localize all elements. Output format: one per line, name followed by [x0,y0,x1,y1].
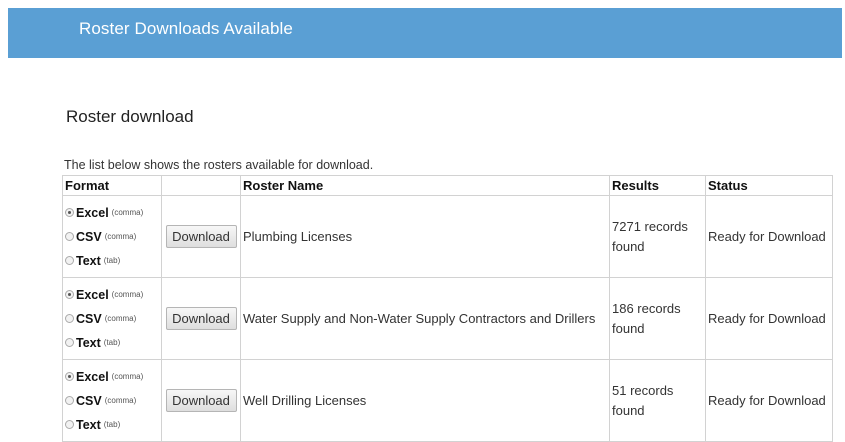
header-title: Roster Downloads Available [79,19,293,38]
format-option-separator: (tab) [103,256,121,265]
page-title: Roster download [66,107,194,126]
roster-name-cell: Well Drilling Licenses [240,359,610,442]
results-cell: 51 records found [609,359,706,442]
download-button[interactable]: Download [165,389,237,412]
page: Roster Downloads Available Roster downlo… [0,0,845,442]
status-cell: Ready for Download [705,195,833,278]
roster-table: Format Roster Name Results Status Excel(… [62,175,833,442]
format-option-label: CSV [76,311,102,326]
format-option-label: Text [76,253,101,268]
download-cell: Download [161,359,241,442]
format-option-separator: (tab) [103,420,121,429]
format-option-text[interactable]: Text (tab) [65,413,159,437]
format-radio-excel[interactable] [65,372,74,381]
column-header-results: Results [609,175,706,196]
format-option-label: CSV [76,393,102,408]
column-header-action [161,175,241,196]
table-row: Excel (comma) CSV (comma) Text (tab) Download W… [62,277,833,360]
roster-name-cell: Water Supply and Non-Water Supply Contra… [240,277,610,360]
format-cell: Excel (comma) CSV (comma) Text (tab) [62,277,162,360]
format-option-separator: (tab) [103,338,121,347]
format-option-text[interactable]: Text (tab) [65,331,159,355]
download-cell: Download [161,195,241,278]
format-option-separator: (comma) [111,208,144,217]
column-header-format: Format [62,175,162,196]
format-option-separator: (comma) [104,396,137,405]
format-option-label: CSV [76,229,102,244]
format-option-label: Excel [76,369,109,384]
format-option-excel[interactable]: Excel (comma) [65,283,159,307]
format-radio-text[interactable] [65,256,74,265]
intro-text: The list below shows the rosters availab… [64,158,374,172]
table-row: Excel (comma) CSV (comma) Text (tab) Download P… [62,195,833,278]
results-cell: 7271 records found [609,195,706,278]
format-radio-text[interactable] [65,338,74,347]
format-option-label: Excel [76,205,109,220]
format-radio-csv[interactable] [65,232,74,241]
download-button[interactable]: Download [165,225,237,248]
format-option-label: Text [76,417,101,432]
roster-name-cell: Plumbing Licenses [240,195,610,278]
download-cell: Download [161,277,241,360]
table-row: Excel (comma) CSV (comma) Text (tab) Download W… [62,359,833,442]
results-cell: 186 records found [609,277,706,360]
format-option-separator: (comma) [111,372,144,381]
format-option-separator: (comma) [111,290,144,299]
status-cell: Ready for Download [705,277,833,360]
format-option-text[interactable]: Text (tab) [65,249,159,273]
format-cell: Excel (comma) CSV (comma) Text (tab) [62,195,162,278]
format-option-excel[interactable]: Excel (comma) [65,201,159,225]
format-option-csv[interactable]: CSV (comma) [65,225,159,249]
format-radio-csv[interactable] [65,396,74,405]
column-header-status: Status [705,175,833,196]
table-body: Excel (comma) CSV (comma) Text (tab) Download P… [62,195,833,442]
format-option-excel[interactable]: Excel (comma) [65,365,159,389]
status-cell: Ready for Download [705,359,833,442]
format-option-label: Text [76,335,101,350]
table-header-row: Format Roster Name Results Status [62,175,833,196]
column-header-roster-name: Roster Name [240,175,610,196]
format-radio-text[interactable] [65,420,74,429]
format-radio-csv[interactable] [65,314,74,323]
format-radio-excel[interactable] [65,290,74,299]
format-radio-excel[interactable] [65,208,74,217]
format-cell: Excel (comma) CSV (comma) Text (tab) [62,359,162,442]
download-button[interactable]: Download [165,307,237,330]
format-option-separator: (comma) [104,314,137,323]
format-option-csv[interactable]: CSV (comma) [65,307,159,331]
format-option-separator: (comma) [104,232,137,241]
format-option-csv[interactable]: CSV (comma) [65,389,159,413]
format-option-label: Excel [76,287,109,302]
